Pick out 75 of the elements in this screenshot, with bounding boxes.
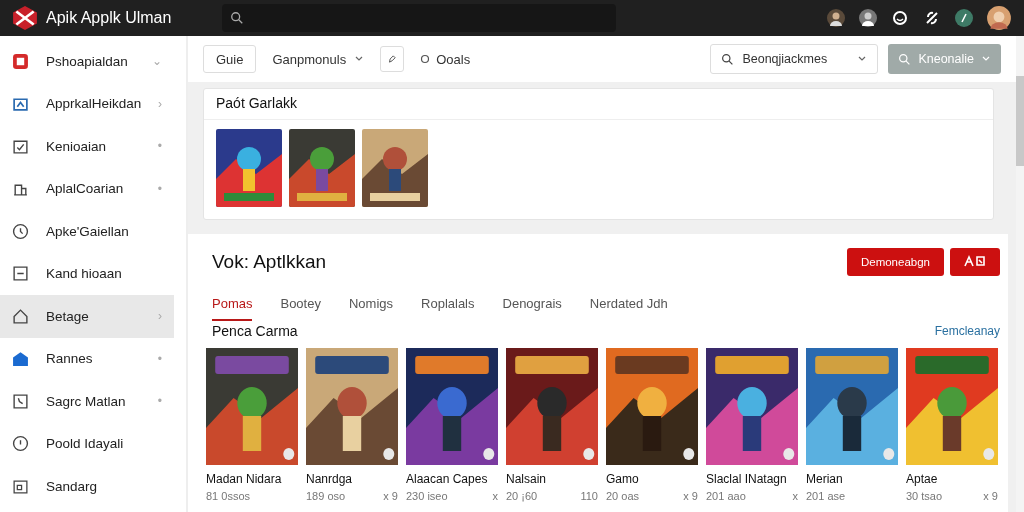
game-title: Aptae xyxy=(906,472,939,486)
sidebar-item[interactable]: Kenioaian • xyxy=(0,125,174,168)
game-rating: x xyxy=(792,490,798,502)
minus-box-icon xyxy=(12,265,29,283)
game-rating: 110 xyxy=(580,490,598,502)
avatar-icon[interactable] xyxy=(986,5,1012,31)
sidebar-item[interactable]: AplalCoarian • xyxy=(0,167,174,210)
chevron-icon: • xyxy=(157,139,162,154)
game-meta: 201 ase xyxy=(806,490,846,502)
circle-icon xyxy=(420,54,431,64)
search-field[interactable] xyxy=(222,4,616,32)
chevron-icon: › xyxy=(158,96,162,111)
info-icon xyxy=(12,435,29,453)
filter-value: Beonqjiackmes xyxy=(742,52,829,66)
home-icon xyxy=(12,307,29,325)
guide-button[interactable]: Guie xyxy=(203,45,257,73)
tab[interactable]: Nerdated Jdh xyxy=(589,292,668,321)
sidebar-item[interactable]: Betage › xyxy=(0,295,174,338)
sidebar-item[interactable]: Kand hioaan xyxy=(0,252,174,295)
see-all-link[interactable]: Femcleanay xyxy=(934,324,1000,338)
avatar-icon[interactable] xyxy=(858,8,878,28)
search-icon xyxy=(898,52,912,66)
sidebar-item[interactable]: Apke'Gaiellan xyxy=(0,210,174,253)
tab[interactable]: Denograis xyxy=(502,292,562,321)
pen-icon xyxy=(387,52,398,66)
game-title: Alaacan Capes xyxy=(406,472,489,486)
game-rating: x xyxy=(492,490,498,502)
game-title: Nalsain xyxy=(506,472,548,486)
game-rating: x 9 xyxy=(683,490,698,502)
game-meta: 30 tsao xyxy=(906,490,943,502)
section-title: Penca Carma xyxy=(212,323,298,339)
game-meta: 201 aao xyxy=(706,490,746,502)
avatar-icon[interactable] xyxy=(826,8,846,28)
primary-button[interactable]: Demoneabgn xyxy=(846,248,944,276)
chevron-icon: • xyxy=(157,394,162,409)
game-title: Slaclal INatagn xyxy=(706,472,788,486)
chevron-icon: › xyxy=(158,309,162,324)
filter-field[interactable]: Beonqjiackmes xyxy=(710,44,879,74)
chevron-icon: ⌄ xyxy=(152,54,162,69)
logo-icon xyxy=(12,5,38,31)
game-meta: 189 oso xyxy=(306,490,346,502)
tab[interactable]: Roplalals xyxy=(421,292,475,321)
chevron-icon: • xyxy=(157,351,162,366)
tab[interactable]: Nomigs xyxy=(348,292,394,321)
game-rating: x 9 xyxy=(983,490,998,502)
game-meta: 20 oas xyxy=(606,490,640,502)
panel-title: Vok: Aptlkkan xyxy=(212,251,327,273)
game-meta: 81 0ssos xyxy=(206,490,251,502)
game-rating: x 9 xyxy=(383,490,398,502)
scrollbar[interactable] xyxy=(1016,36,1024,512)
share-button[interactable] xyxy=(950,248,1000,276)
game-meta: 20 ¡60 xyxy=(506,490,538,502)
game-title: Gamo xyxy=(606,472,640,486)
game-meta: 230 iseo xyxy=(406,490,448,502)
tab[interactable]: Pomas xyxy=(212,292,253,321)
search-icon xyxy=(230,11,244,25)
sidebar-item[interactable]: Sagrc Matlan • xyxy=(0,380,174,423)
store-icon xyxy=(12,350,29,368)
clock-icon xyxy=(12,222,29,240)
face-icon[interactable] xyxy=(890,8,910,28)
chevron-icon: • xyxy=(157,181,162,196)
game-title: Madan Nidara xyxy=(206,472,283,486)
game-title: Merian xyxy=(806,472,844,486)
card-title: Paót Garlakk xyxy=(204,89,993,120)
sidebar-item[interactable]: Poold Idayali xyxy=(0,422,174,465)
game-title: Nanrdga xyxy=(306,472,354,486)
sidebar-item[interactable]: Sandarg xyxy=(0,465,174,508)
app-title: Apik Applk Ulman xyxy=(46,9,173,27)
checklist-icon xyxy=(12,137,29,155)
sidebar-item[interactable]: Rannes • xyxy=(0,337,174,380)
app-icon xyxy=(12,52,29,70)
search-icon xyxy=(721,52,735,66)
sidebar-item[interactable]: Pshoapialdan ⌄ xyxy=(0,40,174,83)
tab[interactable]: Bootey xyxy=(280,292,321,321)
sidebar-item[interactable]: ApprkalHeikdan › xyxy=(0,82,174,125)
